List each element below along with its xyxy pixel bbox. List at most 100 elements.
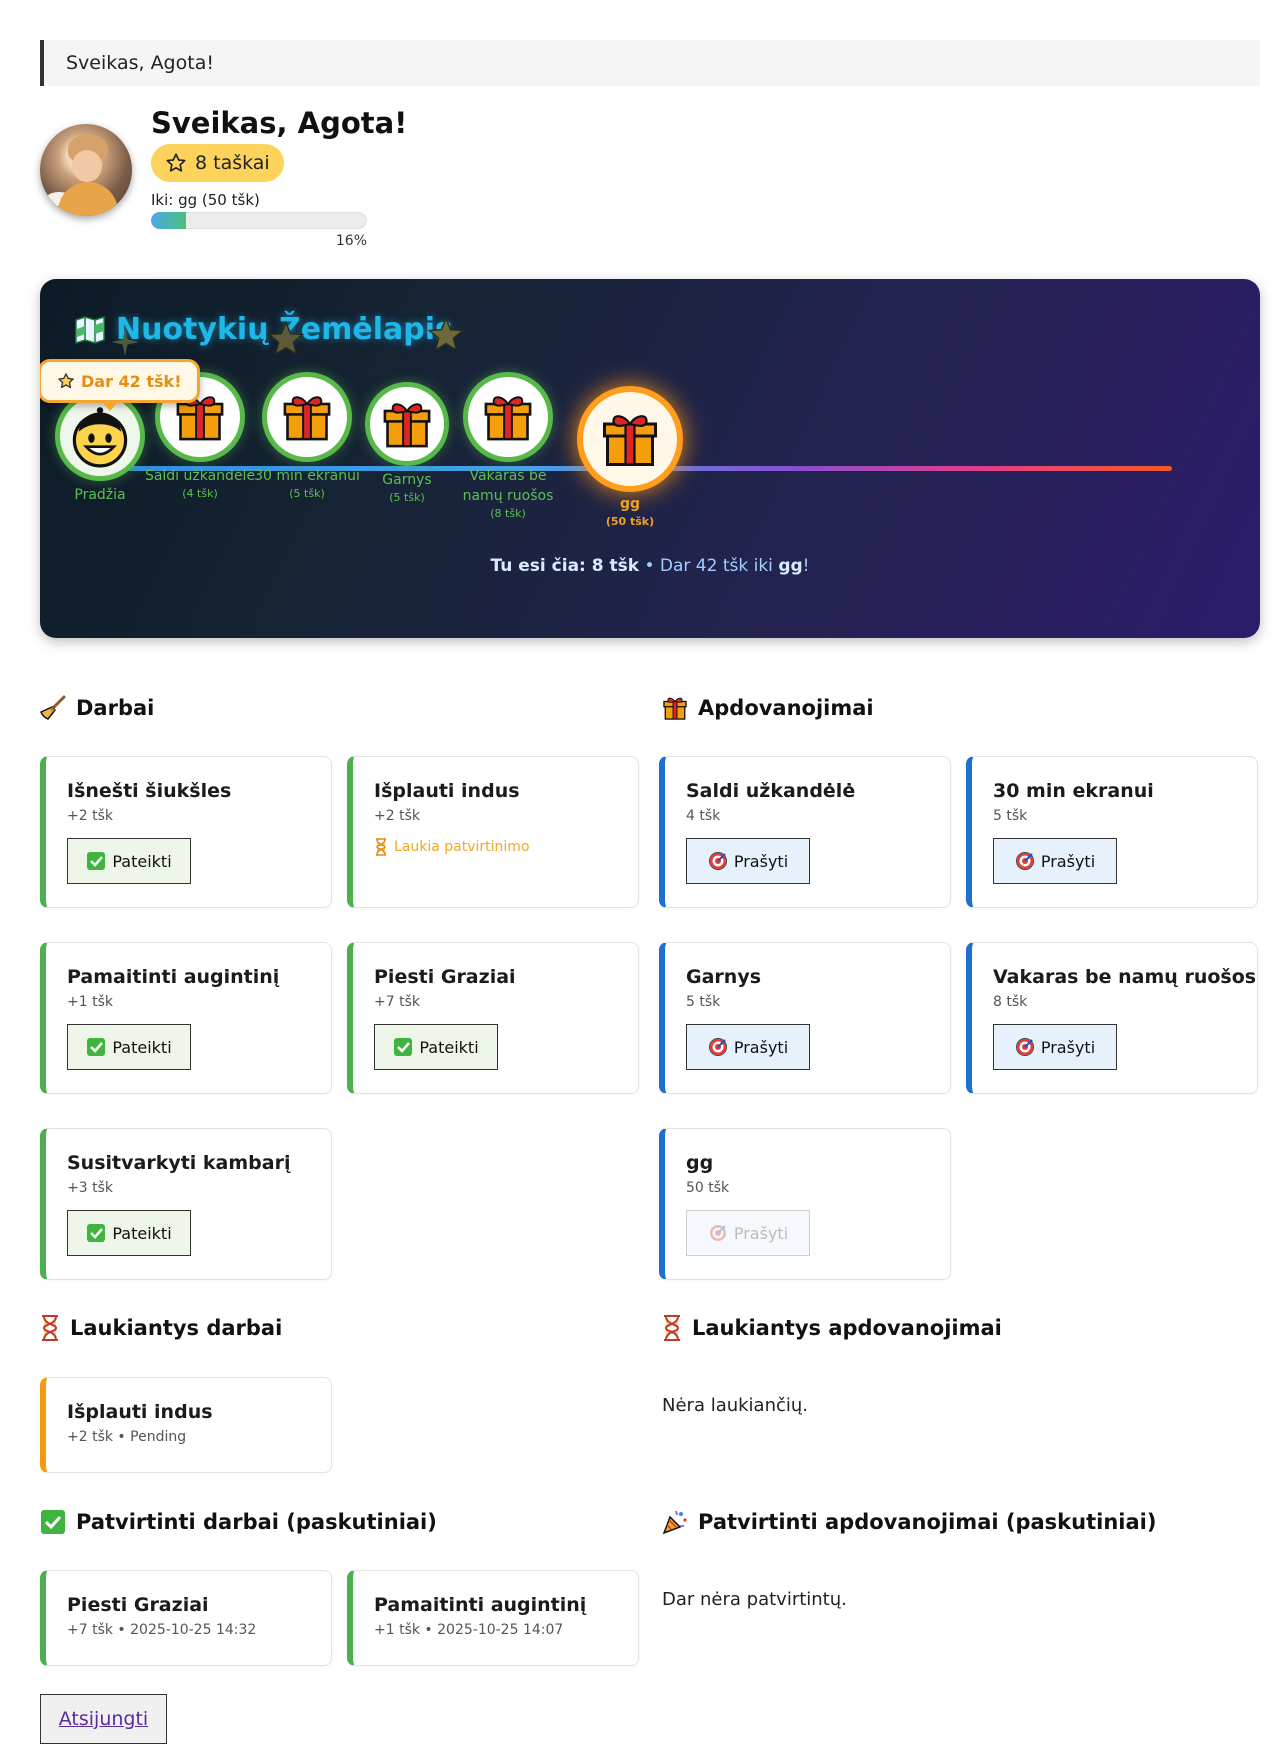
goal-progress-bar xyxy=(151,212,367,229)
map-footer-target: gg xyxy=(778,556,803,576)
button-label: Prašyti xyxy=(733,851,789,871)
map-footer-sep: • xyxy=(639,556,660,576)
greeting-banner: Sveikas, Agota! xyxy=(40,40,1260,86)
node-cost: (50 tšk) xyxy=(605,515,655,528)
adventure-map: Nuotykių Žemėlapis Pradžia Saldi užkandė… xyxy=(40,279,1260,638)
pending-chore-title: Išplauti indus xyxy=(67,1401,213,1423)
reward-cost: 50 tšk xyxy=(686,1180,730,1196)
chore-card: Išplauti indus +2 tšk Laukia patvirtinim… xyxy=(347,756,639,908)
reward-card: 30 min ekranui 5 tšk Prašyti xyxy=(966,756,1258,908)
approved-rewards-heading-text: Patvirtinti apdovanojimai (paskutiniai) xyxy=(698,1510,1157,1534)
waiting-status: Laukia patvirtinimo xyxy=(374,838,638,856)
submit-chore-button[interactable]: Pateikti xyxy=(67,1024,191,1070)
request-reward-button-disabled[interactable]: Prašyti xyxy=(686,1210,810,1256)
button-label: Pateikti xyxy=(112,851,172,871)
request-reward-button[interactable]: Prašyti xyxy=(686,1024,810,1070)
chore-card: Išnešti šiukšles +2 tšk Pateikti xyxy=(40,756,332,908)
star-icon xyxy=(166,153,186,172)
target-icon xyxy=(1015,1038,1034,1056)
node-cost: (4 tšk) xyxy=(182,487,218,500)
map-node-goal[interactable]: gg (50 tšk) xyxy=(570,386,690,530)
reward-cost: 8 tšk xyxy=(993,994,1028,1010)
sparkle-icon xyxy=(111,328,139,356)
logout-button[interactable]: Atsijungti xyxy=(40,1694,167,1744)
reward-card: Garnys 5 tšk Prašyti xyxy=(659,942,951,1094)
approved-rewards-heading: Patvirtinti apdovanojimai (paskutiniai) xyxy=(662,1509,1156,1535)
map-icon xyxy=(75,315,105,344)
banner-text: Sveikas, Agota! xyxy=(66,52,214,74)
party-popper-icon xyxy=(662,1510,687,1535)
node-cost: (8 tšk) xyxy=(490,507,526,520)
hourglass-icon xyxy=(376,838,386,856)
chore-title: Pamaitinti augintinį xyxy=(67,966,280,988)
sparkle-star-icon xyxy=(267,320,305,356)
page-title: Sveikas, Agota! xyxy=(151,106,408,140)
points-remaining-bubble: Dar 42 tšk! xyxy=(40,359,201,411)
submit-chore-button[interactable]: Pateikti xyxy=(67,838,191,884)
chore-title: Susitvarkyti kambarį xyxy=(67,1152,291,1174)
pending-rewards-heading-text: Laukiantys apdovanojimai xyxy=(692,1316,1002,1340)
node-circle xyxy=(463,372,553,462)
map-node-reward[interactable]: Vakaras be namų ruošos (8 tšk) xyxy=(448,372,568,522)
approved-chore-card: Piesti Graziai +7 tšk • 2025-10-25 14:32 xyxy=(40,1570,332,1666)
chore-points: +1 tšk xyxy=(67,994,113,1010)
approved-chore-card: Pamaitinti augintinį +1 tšk • 2025-10-25… xyxy=(347,1570,639,1666)
sparkle-star-icon xyxy=(427,316,465,352)
chore-points: +7 tšk xyxy=(374,994,420,1010)
chore-card: Susitvarkyti kambarį +3 tšk Pateikti xyxy=(40,1128,332,1280)
gift-icon xyxy=(383,403,431,448)
reward-cost: 5 tšk xyxy=(686,994,721,1010)
reward-title: 30 min ekranui xyxy=(993,780,1154,802)
node-circle xyxy=(262,372,352,462)
reward-title: Garnys xyxy=(686,966,762,988)
node-circle xyxy=(577,386,683,492)
pending-chore-meta: +2 tšk • Pending xyxy=(67,1429,187,1445)
approved-chore-meta: +7 tšk • 2025-10-25 14:32 xyxy=(67,1622,257,1638)
request-reward-button[interactable]: Prašyti xyxy=(993,1024,1117,1070)
approved-chore-meta: +1 tšk • 2025-10-25 14:07 xyxy=(374,1622,564,1638)
request-reward-button[interactable]: Prašyti xyxy=(686,838,810,884)
reward-title: Saldi užkandėlė xyxy=(686,780,856,802)
checkmark-icon xyxy=(41,1510,65,1534)
smiley-face-icon xyxy=(72,407,128,468)
rewards-heading-text: Apdovanojimai xyxy=(698,696,874,720)
pending-chores-heading-text: Laukiantys darbai xyxy=(70,1316,283,1340)
points-label: 8 taškai xyxy=(195,152,270,174)
reward-title: Vakaras be namų ruošos xyxy=(993,966,1257,988)
checkmark-icon xyxy=(394,1038,413,1056)
gift-icon xyxy=(663,697,687,720)
map-footer: Tu esi čia: 8 tšk • Dar 42 tšk iki gg! xyxy=(40,556,1260,576)
star-icon xyxy=(58,373,74,389)
gift-icon xyxy=(484,396,532,441)
chore-title: Piesti Graziai xyxy=(374,966,516,988)
goal-progress-percent: 16% xyxy=(335,233,367,249)
chore-card: Pamaitinti augintinį +1 tšk Pateikti xyxy=(40,942,332,1094)
logout-label: Atsijungti xyxy=(58,1708,149,1730)
reward-card: gg 50 tšk Prašyti xyxy=(659,1128,951,1280)
button-label: Prašyti xyxy=(733,1223,789,1243)
reward-cost: 5 tšk xyxy=(993,808,1028,824)
avatar xyxy=(40,124,132,216)
chores-heading: Darbai xyxy=(40,695,154,721)
map-footer-end: ! xyxy=(802,556,810,576)
request-reward-button[interactable]: Prašyti xyxy=(993,838,1117,884)
pending-chore-card: Išplauti indus +2 tšk • Pending xyxy=(40,1377,332,1473)
reward-card: Saldi užkandėlė 4 tšk Prašyti xyxy=(659,756,951,908)
chore-points: +2 tšk xyxy=(67,808,113,824)
button-label: Prašyti xyxy=(1040,851,1096,871)
approved-chores-heading-text: Patvirtinti darbai (paskutiniai) xyxy=(76,1510,437,1534)
pending-rewards-heading: Laukiantys apdovanojimai xyxy=(662,1315,1002,1341)
submit-chore-button[interactable]: Pateikti xyxy=(67,1210,191,1256)
reward-card: Vakaras be namų ruošos 8 tšk Prašyti xyxy=(966,942,1258,1094)
map-footer-rest: Dar 42 tšk iki xyxy=(659,556,779,576)
goal-label: Iki: gg (50 tšk) xyxy=(151,191,260,209)
approved-chore-title: Piesti Graziai xyxy=(67,1594,209,1616)
button-label: Prašyti xyxy=(1040,1037,1096,1057)
approved-rewards-empty: Dar nėra patvirtintų. xyxy=(662,1589,847,1610)
hourglass-icon xyxy=(664,1315,680,1341)
checkmark-icon xyxy=(87,852,106,870)
node-circle xyxy=(365,382,449,466)
chore-title: Išplauti indus xyxy=(374,780,520,802)
chore-card: Piesti Graziai +7 tšk Pateikti xyxy=(347,942,639,1094)
submit-chore-button[interactable]: Pateikti xyxy=(374,1024,498,1070)
